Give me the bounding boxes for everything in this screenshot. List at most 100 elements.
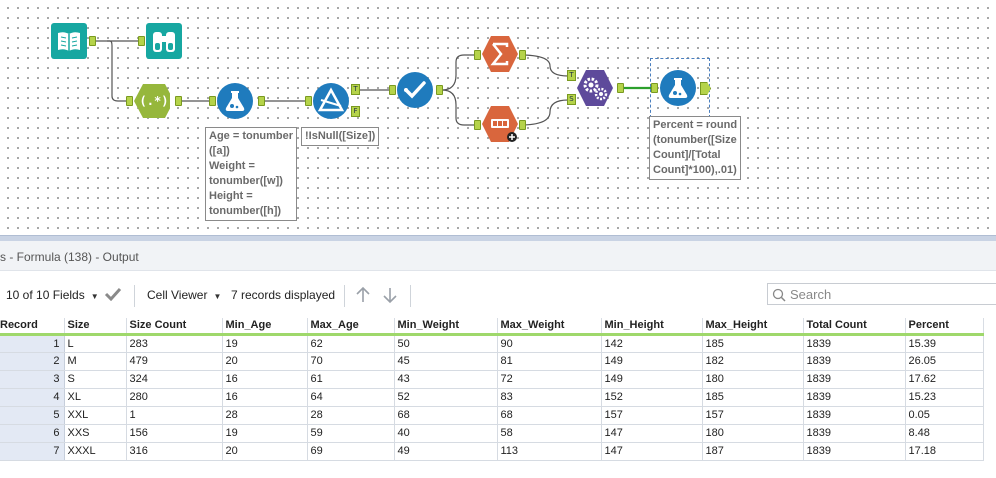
table-cell[interactable]: 52 xyxy=(394,388,498,407)
table-cell[interactable]: S xyxy=(64,370,127,389)
formula-tool-2[interactable] xyxy=(660,70,696,106)
table-row[interactable]: 6 XXS 156 19 59 40 58 147 180 1839 8.48 xyxy=(0,424,984,443)
table-cell[interactable]: 28 xyxy=(222,406,308,425)
table-cell[interactable]: 43 xyxy=(394,370,498,389)
table-cell[interactable]: 156 xyxy=(126,424,223,443)
table-row[interactable]: 5 XXL 1 28 28 68 68 157 157 1839 0.05 xyxy=(0,406,984,425)
filter-tool[interactable] xyxy=(313,83,349,119)
append-target-anchor[interactable]: T xyxy=(567,70,576,81)
regex-output-anchor[interactable] xyxy=(175,96,182,106)
table-cell[interactable]: L xyxy=(64,334,127,353)
column-header[interactable]: Max_Weight xyxy=(497,318,602,336)
record-number-cell[interactable]: 3 xyxy=(0,370,65,389)
record-number-cell[interactable]: 1 xyxy=(0,334,65,353)
formula1-input-anchor[interactable] xyxy=(209,96,216,106)
column-header[interactable]: Min_Height xyxy=(601,318,703,336)
table-cell[interactable]: 157 xyxy=(601,406,703,425)
table-row[interactable]: 2 M 479 20 70 45 81 149 182 1839 26.05 xyxy=(0,352,984,371)
count-output-anchor[interactable] xyxy=(519,120,526,130)
scroll-up-arrow-icon[interactable] xyxy=(354,286,372,307)
cell-viewer-dropdown[interactable]: Cell Viewer ▼ xyxy=(147,288,221,302)
table-cell[interactable]: 68 xyxy=(394,406,498,425)
table-cell[interactable]: 59 xyxy=(307,424,395,443)
filter-input-anchor[interactable] xyxy=(305,96,312,106)
table-cell[interactable]: 58 xyxy=(497,424,602,443)
table-cell[interactable]: 157 xyxy=(702,406,804,425)
table-cell[interactable]: 142 xyxy=(601,334,703,353)
count-records-tool[interactable] xyxy=(482,106,518,142)
table-cell[interactable]: 81 xyxy=(497,352,602,371)
formula1-output-anchor[interactable] xyxy=(258,96,265,106)
table-cell[interactable]: 17.18 xyxy=(905,442,984,461)
table-cell[interactable]: 1839 xyxy=(803,388,906,407)
select-output-anchor[interactable] xyxy=(436,85,443,95)
table-cell[interactable]: 45 xyxy=(394,352,498,371)
column-header[interactable]: Record xyxy=(0,318,65,336)
column-header[interactable]: Max_Age xyxy=(307,318,395,336)
table-cell[interactable]: 17.62 xyxy=(905,370,984,389)
table-cell[interactable]: 90 xyxy=(497,334,602,353)
select-tool[interactable] xyxy=(397,72,433,108)
table-cell[interactable]: 15.39 xyxy=(905,334,984,353)
table-cell[interactable]: 72 xyxy=(497,370,602,389)
append-fields-tool[interactable] xyxy=(577,70,613,106)
table-cell[interactable]: 1839 xyxy=(803,442,906,461)
column-header[interactable]: Min_Weight xyxy=(394,318,498,336)
table-cell[interactable]: 64 xyxy=(307,388,395,407)
table-cell[interactable]: 149 xyxy=(601,370,703,389)
column-header[interactable]: Size Count xyxy=(126,318,223,336)
column-header[interactable]: Min_Age xyxy=(222,318,308,336)
filter-false-anchor[interactable]: F xyxy=(351,106,360,117)
table-row[interactable]: 3 S 324 16 61 43 72 149 180 1839 17.62 xyxy=(0,370,984,389)
table-row[interactable]: 1 L 283 19 62 50 90 142 185 1839 15.39 xyxy=(0,334,984,353)
input-output-anchor[interactable] xyxy=(89,36,96,46)
table-cell[interactable]: 1839 xyxy=(803,406,906,425)
table-cell[interactable]: 40 xyxy=(394,424,498,443)
table-cell[interactable]: 0.05 xyxy=(905,406,984,425)
record-number-cell[interactable]: 7 xyxy=(0,442,65,461)
table-cell[interactable]: 147 xyxy=(601,442,703,461)
search-box[interactable] xyxy=(767,283,996,305)
summarize-output-anchor[interactable] xyxy=(519,50,526,60)
formula-tool-1[interactable] xyxy=(217,83,253,119)
append-source-anchor[interactable]: S xyxy=(567,94,576,105)
table-cell[interactable]: 180 xyxy=(702,370,804,389)
table-cell[interactable]: 152 xyxy=(601,388,703,407)
formula2-input-anchor[interactable] xyxy=(651,83,658,93)
table-cell[interactable]: 62 xyxy=(307,334,395,353)
table-cell[interactable]: 113 xyxy=(497,442,602,461)
table-cell[interactable]: 149 xyxy=(601,352,703,371)
table-cell[interactable]: 185 xyxy=(702,388,804,407)
table-cell[interactable]: 180 xyxy=(702,424,804,443)
record-number-cell[interactable]: 6 xyxy=(0,424,65,443)
table-cell[interactable]: 83 xyxy=(497,388,602,407)
column-header[interactable]: Size xyxy=(64,318,127,336)
table-cell[interactable]: 19 xyxy=(222,424,308,443)
table-cell[interactable]: 1 xyxy=(126,406,223,425)
table-cell[interactable]: 147 xyxy=(601,424,703,443)
table-cell[interactable]: 15.23 xyxy=(905,388,984,407)
table-cell[interactable]: XL xyxy=(64,388,127,407)
select-input-anchor[interactable] xyxy=(389,85,396,95)
filter-true-anchor[interactable]: T xyxy=(351,84,360,95)
summarize-input-anchor[interactable] xyxy=(474,50,481,60)
table-cell[interactable]: 283 xyxy=(126,334,223,353)
browse-input-anchor[interactable] xyxy=(138,36,145,46)
record-number-cell[interactable]: 5 xyxy=(0,406,65,425)
table-cell[interactable]: 479 xyxy=(126,352,223,371)
table-cell[interactable]: 16 xyxy=(222,388,308,407)
table-cell[interactable]: XXS xyxy=(64,424,127,443)
table-cell[interactable]: 61 xyxy=(307,370,395,389)
count-input-anchor[interactable] xyxy=(474,120,481,130)
search-input[interactable] xyxy=(788,285,988,303)
regex-input-anchor[interactable] xyxy=(126,96,133,106)
table-cell[interactable]: 69 xyxy=(307,442,395,461)
table-cell[interactable]: M xyxy=(64,352,127,371)
table-cell[interactable]: 26.05 xyxy=(905,352,984,371)
browse-tool[interactable] xyxy=(146,23,182,59)
table-cell[interactable]: 1839 xyxy=(803,352,906,371)
table-cell[interactable]: 280 xyxy=(126,388,223,407)
table-cell[interactable]: 20 xyxy=(222,352,308,371)
table-cell[interactable]: 1839 xyxy=(803,424,906,443)
table-cell[interactable]: 20 xyxy=(222,442,308,461)
